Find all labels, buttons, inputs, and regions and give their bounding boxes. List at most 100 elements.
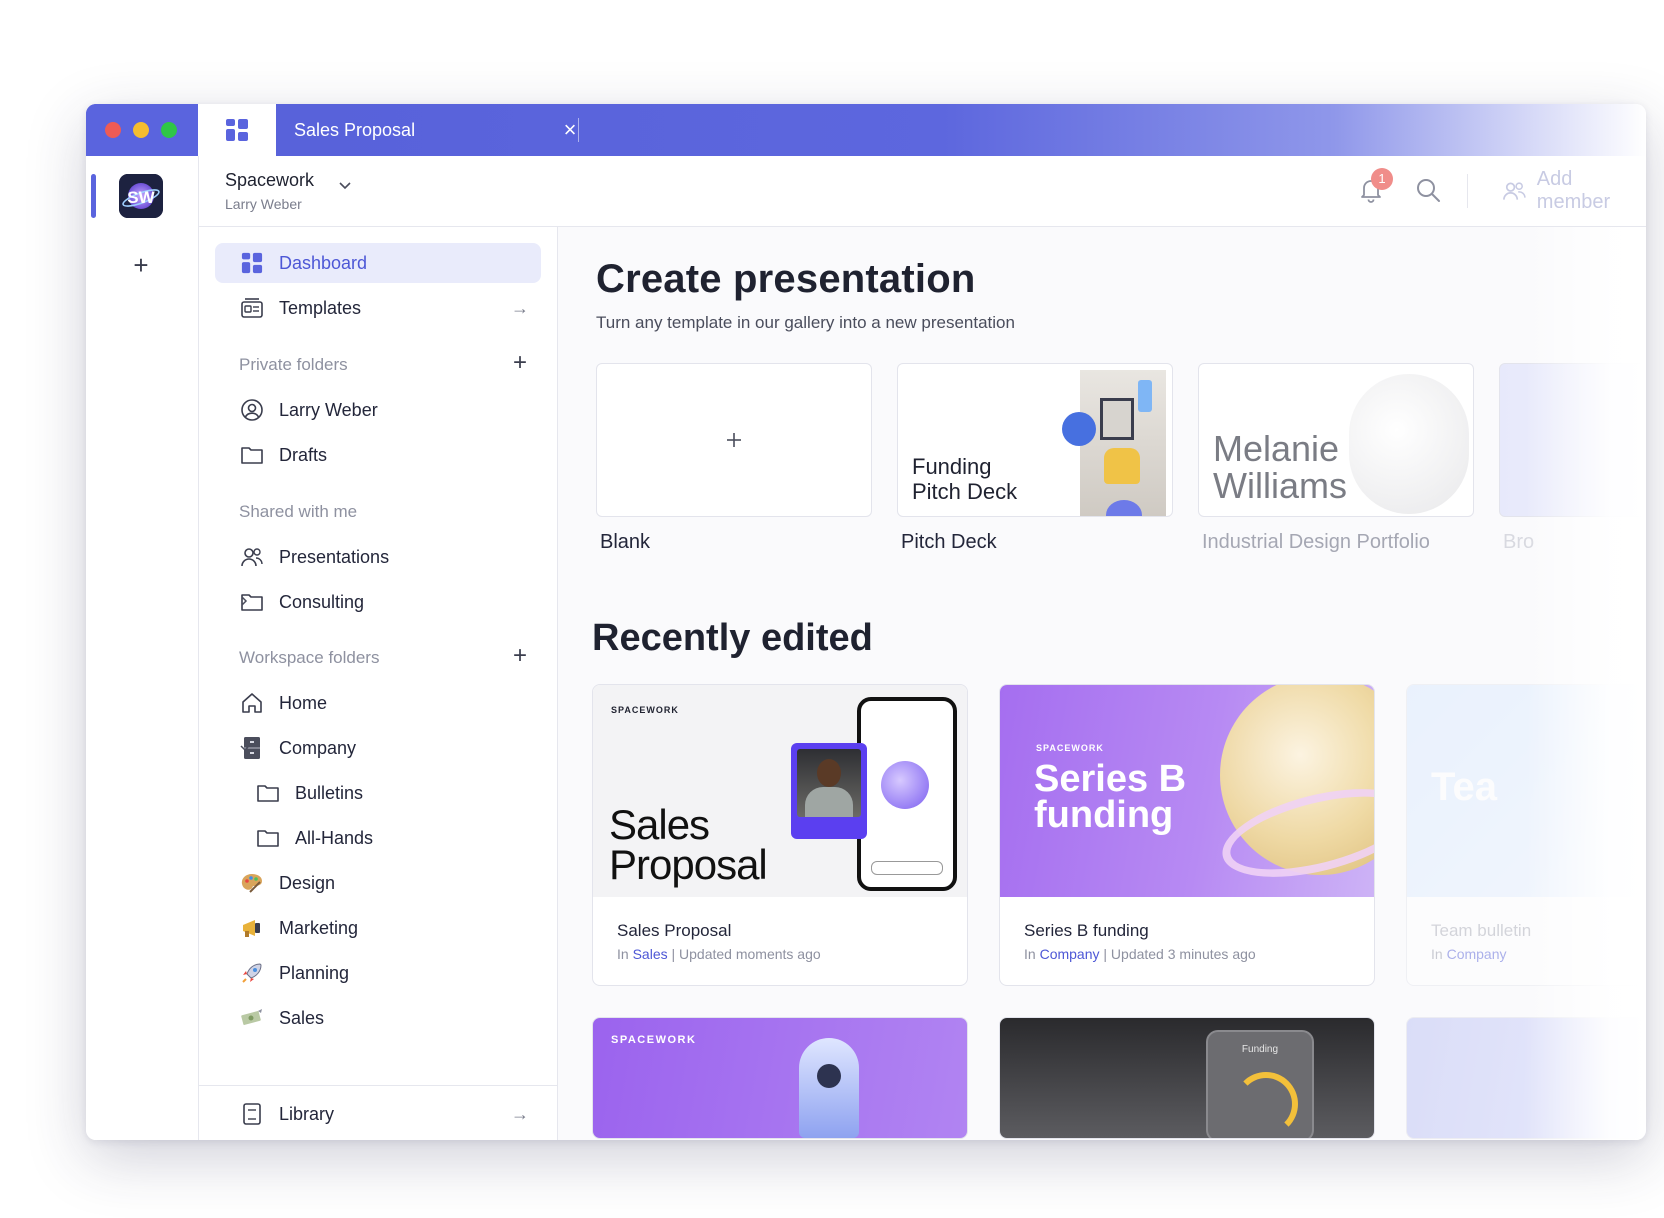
sidebar-item-label: Bulletins	[295, 782, 364, 803]
workspace-rail: SW +	[86, 156, 199, 1140]
tab-divider	[578, 118, 579, 142]
minimize-window-button[interactable]	[133, 122, 149, 138]
sidebar-item-label: Marketing	[279, 917, 359, 938]
add-private-folder-button[interactable]: +	[513, 349, 527, 377]
sidebar-item-label: Drafts	[279, 444, 328, 465]
folder-icon	[239, 442, 265, 468]
chevron-right-icon[interactable]	[239, 595, 249, 610]
template-label-blank: Blank	[600, 531, 651, 553]
thumb-line: Funding	[912, 454, 992, 479]
add-member-label: Add member	[1536, 168, 1611, 213]
sidebar-item-marketing[interactable]: Marketing	[215, 908, 541, 948]
money-icon	[239, 1005, 265, 1031]
add-workspace-folder-button[interactable]: +	[513, 642, 527, 670]
folder-icon	[255, 780, 281, 806]
industrial-design-thumb-text: Melanie Williams	[1213, 430, 1347, 504]
thumb-line: Series B	[1034, 758, 1187, 800]
folder-link[interactable]: Company	[1040, 946, 1100, 962]
meta-prefix: In	[1024, 946, 1036, 962]
sidebar-item-templates[interactable]: Templates →	[215, 288, 541, 328]
thumb-brand: SPACEWORK	[1036, 743, 1104, 753]
template-card-blank[interactable]	[596, 363, 872, 517]
sidebar-item-library[interactable]: Library →	[215, 1094, 541, 1134]
dashboard-tab[interactable]	[198, 104, 276, 156]
users-icon	[239, 544, 265, 570]
active-workspace-indicator	[91, 174, 96, 218]
palette-icon	[239, 870, 265, 896]
sidebar-item-label: Home	[279, 692, 328, 713]
sidebar-item-label: Company	[279, 737, 357, 758]
recent-card-bottom-1[interactable]: SPACEWORK	[592, 1017, 968, 1139]
notification-badge: 1	[1371, 168, 1393, 190]
recent-card-bottom-3[interactable]	[1406, 1017, 1646, 1139]
industrial-design-thumb-bg	[1349, 374, 1469, 514]
thumb-line: funding	[1034, 794, 1174, 836]
folder-icon	[255, 825, 281, 851]
meta-prefix: In	[1431, 946, 1443, 962]
search-icon[interactable]	[1414, 176, 1442, 204]
home-icon	[239, 690, 265, 716]
sidebar-footer: Library →	[199, 1085, 557, 1125]
close-window-button[interactable]	[105, 122, 121, 138]
sidebar-item-label: Design	[279, 872, 336, 893]
recent-title: Series B funding	[1024, 921, 1149, 940]
workspace-logo[interactable]: SW	[119, 174, 163, 218]
arrow-right-icon[interactable]: →	[511, 1104, 529, 1125]
team-bulletin-thumbnail: Tea	[1407, 685, 1646, 897]
folder-link[interactable]: Sales	[633, 946, 668, 962]
sidebar-item-planning[interactable]: Planning	[215, 953, 541, 993]
thumb-line: Pitch Deck	[912, 479, 1018, 504]
funding-widget-label: Funding	[1241, 1044, 1279, 1055]
main-content: Create presentation Turn any template in…	[558, 227, 1646, 1140]
sidebar-item-home[interactable]: Home	[215, 683, 541, 723]
templates-icon	[239, 295, 265, 321]
recent-card-team-bulletin[interactable]: Tea Team bulletin In Company	[1406, 684, 1646, 986]
template-card-pitch-deck[interactable]: Funding Pitch Deck	[897, 363, 1173, 517]
section-private-folders: Private folders	[239, 355, 348, 374]
workspace-name[interactable]: Spacework	[225, 170, 314, 191]
users-icon	[1503, 182, 1526, 200]
sidebar-item-label: Larry Weber	[279, 399, 378, 420]
updated-text: | Updated 3 minutes ago	[1103, 946, 1256, 962]
add-workspace-button[interactable]: +	[124, 248, 158, 282]
header-divider	[1467, 174, 1468, 208]
folder-link[interactable]: Company	[1447, 946, 1507, 962]
app-window: Sales Proposal × SW + Spacework Larry We…	[86, 104, 1646, 1140]
sidebar-item-presentations[interactable]: Presentations	[215, 537, 541, 577]
create-presentation-subtitle: Turn any template in our gallery into a …	[596, 313, 1015, 332]
svg-text:SW: SW	[127, 188, 155, 207]
recent-meta: In Sales | Updated moments ago	[617, 946, 821, 962]
arrow-right-icon[interactable]: →	[511, 298, 529, 319]
recent-card-bottom-2[interactable]: Funding	[999, 1017, 1375, 1139]
section-workspace-folders: Workspace folders	[239, 648, 380, 667]
sidebar-item-label: Templates	[279, 297, 362, 318]
tab-sales-proposal[interactable]: Sales Proposal ×	[276, 104, 582, 156]
thumb-line: Melanie	[1213, 428, 1340, 469]
thumb-brand: SPACEWORK	[611, 705, 679, 715]
maximize-window-button[interactable]	[161, 122, 177, 138]
sidebar-item-bulletins[interactable]: Bulletins	[231, 773, 541, 813]
sidebar-item-larry-weber[interactable]: Larry Weber	[215, 390, 541, 430]
sidebar-item-sales[interactable]: Sales	[215, 998, 541, 1038]
sidebar-item-drafts[interactable]: Drafts	[215, 435, 541, 475]
sidebar: Dashboard Templates → Private folders +	[199, 227, 558, 1140]
sales-proposal-thumb-title: Sales Proposal	[609, 804, 768, 886]
sidebar-item-all-hands[interactable]: All-Hands	[231, 818, 541, 858]
create-presentation-title: Create presentation	[596, 257, 976, 301]
template-card-4[interactable]	[1499, 363, 1646, 517]
recently-edited-title: Recently edited	[592, 617, 873, 659]
add-member-button[interactable]: Add member	[1502, 168, 1646, 213]
sidebar-item-company[interactable]: Company	[215, 728, 541, 768]
user-circle-icon	[239, 397, 265, 423]
chevron-down-icon[interactable]	[239, 741, 251, 756]
recent-card-sales-proposal[interactable]: SPACEWORK Sales Proposal Sales Proposal	[592, 684, 968, 986]
sales-proposal-thumbnail: SPACEWORK Sales Proposal	[593, 685, 967, 897]
sidebar-item-dashboard[interactable]: Dashboard	[215, 243, 541, 283]
sidebar-item-design[interactable]: Design	[215, 863, 541, 903]
recent-card-series-b[interactable]: SPACEWORK Series B funding Series B fund…	[999, 684, 1375, 986]
sidebar-item-label: Sales	[279, 1007, 325, 1028]
rocket-icon	[239, 960, 265, 986]
sidebar-item-consulting[interactable]: Consulting	[215, 582, 541, 622]
chevron-down-icon[interactable]	[338, 178, 352, 192]
template-card-industrial-design[interactable]: Melanie Williams	[1198, 363, 1474, 517]
